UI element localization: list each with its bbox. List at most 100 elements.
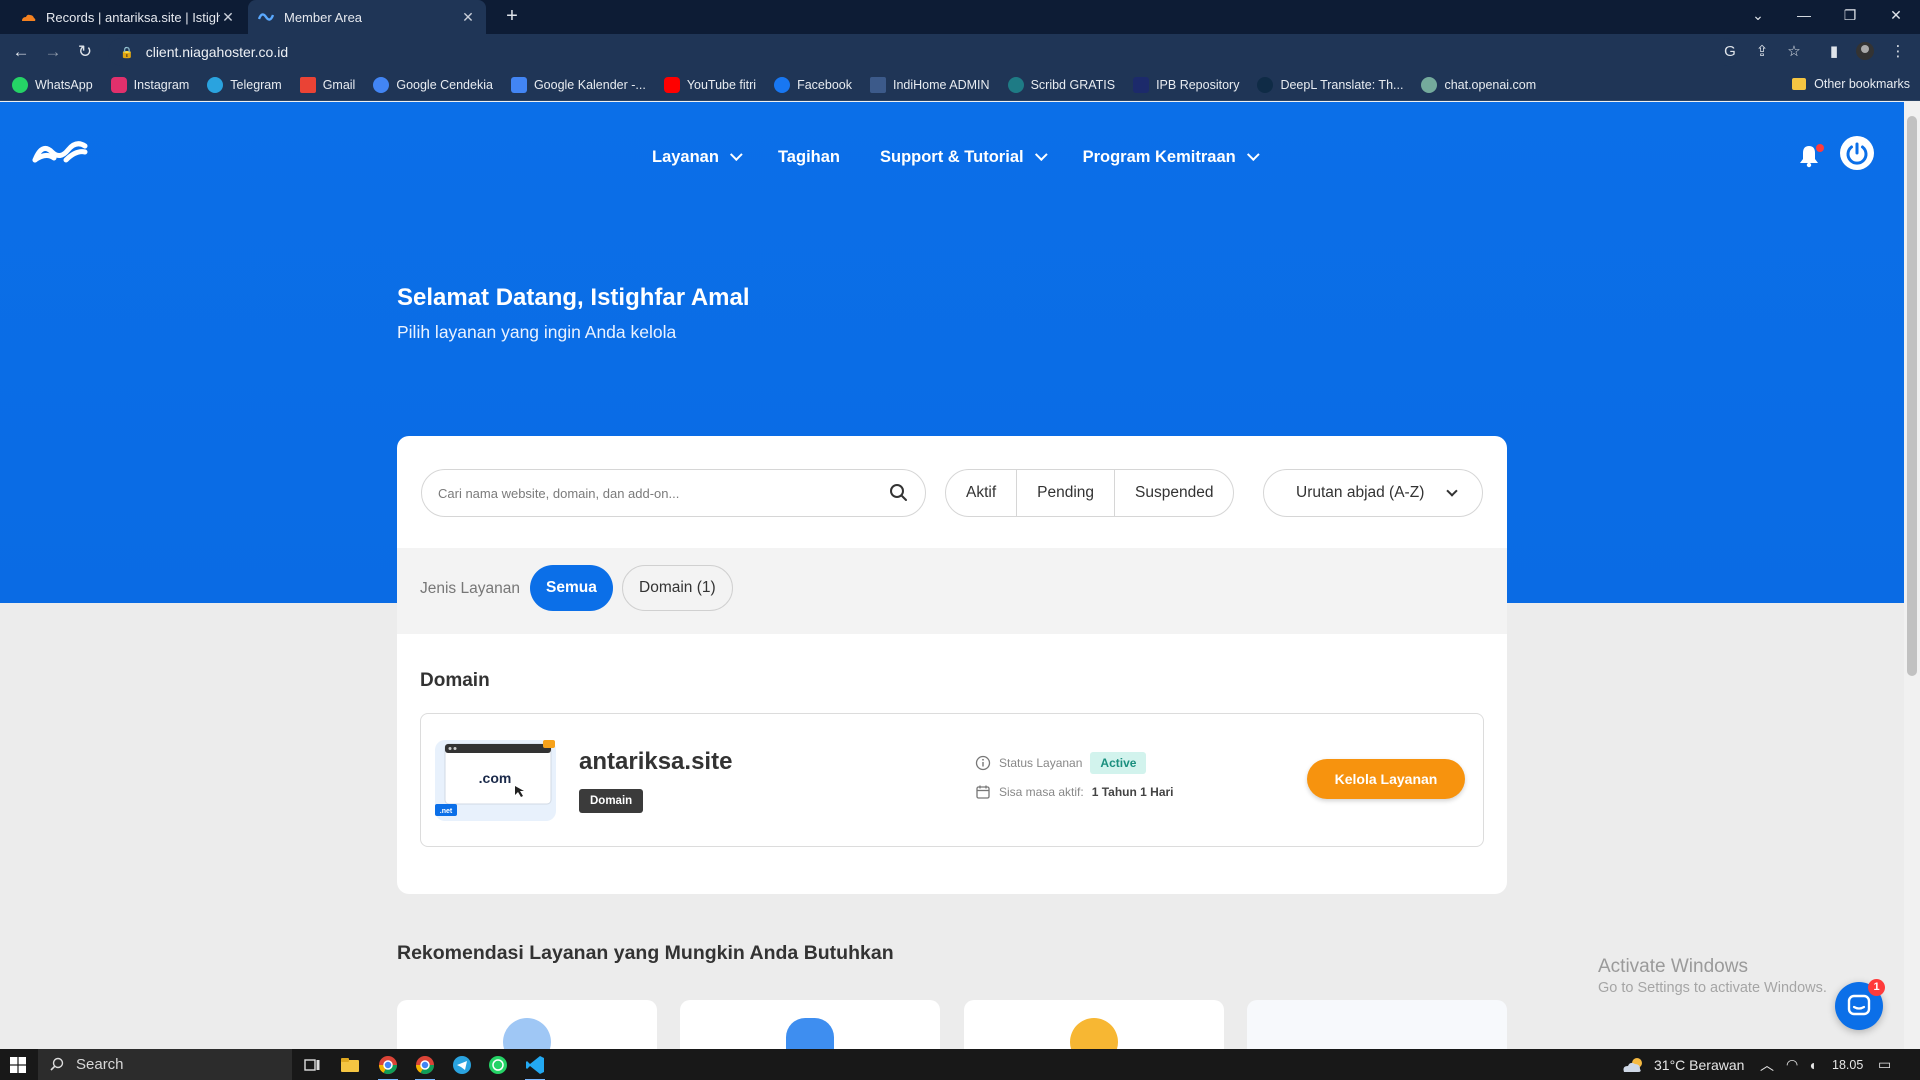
remaining-label: Sisa masa aktif: <box>999 785 1084 799</box>
tab-search-icon[interactable]: ⌄ <box>1735 0 1781 34</box>
taskbar-search-label: Search <box>76 1056 124 1073</box>
service-type-tag: Domain <box>579 789 644 813</box>
chrome-taskbar-icon[interactable] <box>376 1053 400 1080</box>
search-icon <box>50 1057 64 1071</box>
bookmark-chatgpt[interactable]: chat.openai.com <box>1421 77 1536 93</box>
lock-icon: 🔒 <box>120 46 134 59</box>
zte-icon <box>870 77 886 93</box>
recommendation-card[interactable] <box>397 1000 657 1049</box>
services-card: Aktif Pending Suspended Urutan abjad (A-… <box>397 436 1507 894</box>
type-all-pill[interactable]: Semua <box>530 565 613 611</box>
bookmark-google-kalender[interactable]: Google Kalender -... <box>510 77 646 93</box>
search-input[interactable] <box>438 485 879 501</box>
side-panel-icon[interactable]: ▮ <box>1822 41 1846 63</box>
scrollbar-thumb[interactable] <box>1907 116 1917 676</box>
volume-icon[interactable]: ◖ <box>1808 1049 1816 1080</box>
close-window-button[interactable]: ✕ <box>1873 0 1919 34</box>
remaining-row: Sisa masa aktif: 1 Tahun 1 Hari <box>975 784 1174 800</box>
thumb-com-label: .com <box>479 770 512 786</box>
status-row: Status Layanan Active <box>975 752 1147 774</box>
recommendation-card[interactable] <box>1247 1000 1507 1049</box>
niagahoster-logo-icon[interactable] <box>32 138 88 166</box>
sort-value: Urutan abjad (A-Z) <box>1296 484 1425 501</box>
recommendation-card[interactable] <box>680 1000 940 1049</box>
bookmark-telegram[interactable]: Telegram <box>207 77 282 93</box>
bookmark-star-icon[interactable]: ☆ <box>1782 41 1806 63</box>
bookmark-gmail[interactable]: Gmail <box>299 77 355 93</box>
vscode-taskbar-icon[interactable] <box>523 1053 547 1080</box>
live-chat-button[interactable]: 1 <box>1835 979 1885 1030</box>
scholar-icon <box>373 77 390 93</box>
reload-icon[interactable]: ↻ <box>72 40 98 64</box>
status-label: Status Layanan <box>999 756 1083 770</box>
power-icon[interactable] <box>1840 136 1874 170</box>
scribd-icon <box>1007 77 1024 93</box>
tab-close-icon[interactable]: ✕ <box>460 9 476 26</box>
google-icon[interactable]: G <box>1718 41 1742 63</box>
nav-kemitraan[interactable]: Program Kemitraan <box>1083 148 1260 167</box>
file-explorer-icon[interactable] <box>338 1053 362 1077</box>
task-view-icon[interactable] <box>300 1053 324 1077</box>
recommendation-card[interactable] <box>964 1000 1224 1049</box>
bookmark-scribd[interactable]: Scribd GRATIS <box>1007 77 1115 93</box>
bookmark-facebook[interactable]: Facebook <box>774 77 852 93</box>
section-title: Domain <box>420 670 490 691</box>
bookmark-youtube[interactable]: YouTube fitri <box>663 77 756 93</box>
manage-service-button[interactable]: Kelola Layanan <box>1307 759 1465 799</box>
restore-button[interactable]: ❐ <box>1827 0 1873 34</box>
menu-kebab-icon[interactable]: ⋮ <box>1886 41 1910 63</box>
new-tab-button[interactable]: + <box>500 5 524 29</box>
back-icon[interactable]: ← <box>8 40 34 64</box>
tab-records[interactable]: Records | antariksa.site | Istighfar ✕ <box>10 0 246 34</box>
notification-center-icon[interactable]: ▭ <box>1878 1049 1891 1080</box>
other-bookmarks[interactable]: Other bookmarks <box>1792 77 1910 91</box>
ipb-icon <box>1133 77 1150 93</box>
show-hidden-icons-icon[interactable]: ︿ <box>1760 1049 1774 1080</box>
folder-icon <box>1792 78 1807 90</box>
bookmark-instagram[interactable]: Instagram <box>110 77 189 93</box>
bookmark-deepl[interactable]: DeepL Translate: Th... <box>1257 77 1403 93</box>
tab-member-area[interactable]: Member Area ✕ <box>248 0 486 34</box>
type-domain-pill[interactable]: Domain (1) <box>622 565 733 611</box>
clock[interactable]: 18.05 <box>1832 1049 1863 1080</box>
nav-tagihan[interactable]: Tagihan <box>778 148 840 167</box>
notification-bell-icon[interactable] <box>1798 144 1824 170</box>
bookmark-google-cendekia[interactable]: Google Cendekia <box>373 77 493 93</box>
bookmark-indihome[interactable]: IndiHome ADMIN <box>870 77 990 93</box>
windows-start-icon[interactable] <box>10 1057 26 1073</box>
nav-layanan[interactable]: Layanan <box>652 148 743 167</box>
profile-avatar[interactable] <box>1853 41 1877 63</box>
bookmark-ipb-repository[interactable]: IPB Repository <box>1133 77 1239 93</box>
openai-icon <box>1421 77 1438 93</box>
telegram-icon <box>207 77 224 93</box>
minimize-button[interactable]: — <box>1781 0 1827 34</box>
gmail-icon <box>299 77 316 93</box>
info-icon <box>975 755 991 771</box>
telegram-taskbar-icon[interactable] <box>450 1053 474 1077</box>
share-icon[interactable]: ⇪ <box>1750 41 1774 63</box>
browser-toolbar: ← → ↻ 🔒 client.niagahoster.co.id G ⇪ ☆ ▮… <box>0 34 1920 70</box>
whatsapp-taskbar-icon[interactable] <box>486 1053 510 1077</box>
taskbar-search[interactable]: Search <box>38 1049 292 1080</box>
filter-pending[interactable]: Pending <box>1017 470 1116 516</box>
weather-widget[interactable]: 31°C Berawan <box>1620 1049 1744 1080</box>
filter-aktif[interactable]: Aktif <box>946 470 1018 516</box>
search-icon[interactable] <box>879 473 919 513</box>
wifi-icon[interactable]: ◠ <box>1786 1049 1798 1080</box>
filter-suspended[interactable]: Suspended <box>1115 470 1233 516</box>
forward-icon[interactable]: → <box>40 40 66 64</box>
hosting-icon <box>503 1018 551 1049</box>
nav-support[interactable]: Support & Tutorial <box>880 148 1048 167</box>
page-scrollbar[interactable] <box>1904 102 1920 1049</box>
sort-dropdown[interactable]: Urutan abjad (A-Z) <box>1263 469 1483 517</box>
main-nav: Layanan Tagihan Support & Tutorial Progr… <box>652 148 1295 167</box>
instagram-icon <box>110 77 127 93</box>
address-bar[interactable]: 🔒 client.niagahoster.co.id <box>108 38 1738 66</box>
chevron-down-icon <box>1446 485 1458 497</box>
bookmark-whatsapp[interactable]: WhatsApp <box>12 77 93 93</box>
chrome-profile-taskbar-icon[interactable] <box>413 1053 437 1080</box>
calendar-icon <box>976 785 990 799</box>
thumb-net-label: .net <box>440 808 453 815</box>
tab-close-icon[interactable]: ✕ <box>220 9 236 26</box>
chevron-down-icon <box>1246 148 1260 162</box>
